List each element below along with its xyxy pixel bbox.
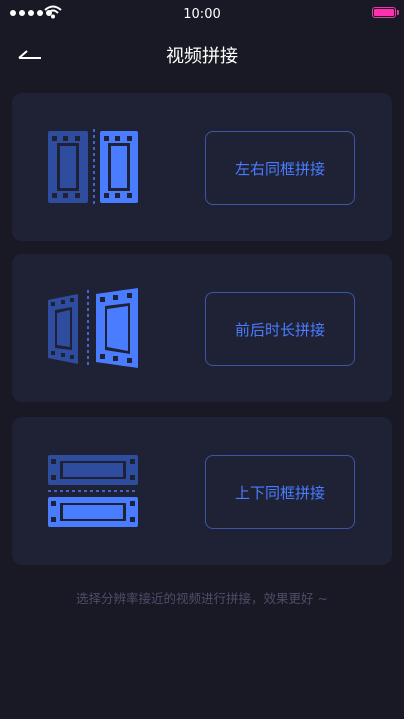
sequential-film-icon: [48, 288, 138, 368]
status-time: 10:00: [183, 7, 221, 22]
stacked-film-icon: [48, 455, 138, 527]
page-title: 视频拼接: [166, 46, 238, 67]
sequential-button[interactable]: 前后时长拼接: [205, 292, 355, 366]
option-card-sequential: 前后时长拼接: [12, 254, 392, 402]
battery-icon: [372, 7, 396, 18]
side-by-side-button[interactable]: 左右同框拼接: [205, 131, 355, 205]
status-bar: 10:00: [0, 0, 404, 28]
hint-text: 选择分辨率接近的视频进行拼接，效果更好 ~: [76, 591, 328, 606]
option-card-stacked: 上下同框拼接: [12, 417, 392, 565]
option-card-side-by-side: 左右同框拼接: [12, 93, 392, 241]
side-by-side-film-icon: [48, 129, 138, 205]
stacked-button[interactable]: 上下同框拼接: [205, 455, 355, 529]
nav-bar: 视频拼接: [0, 28, 404, 80]
